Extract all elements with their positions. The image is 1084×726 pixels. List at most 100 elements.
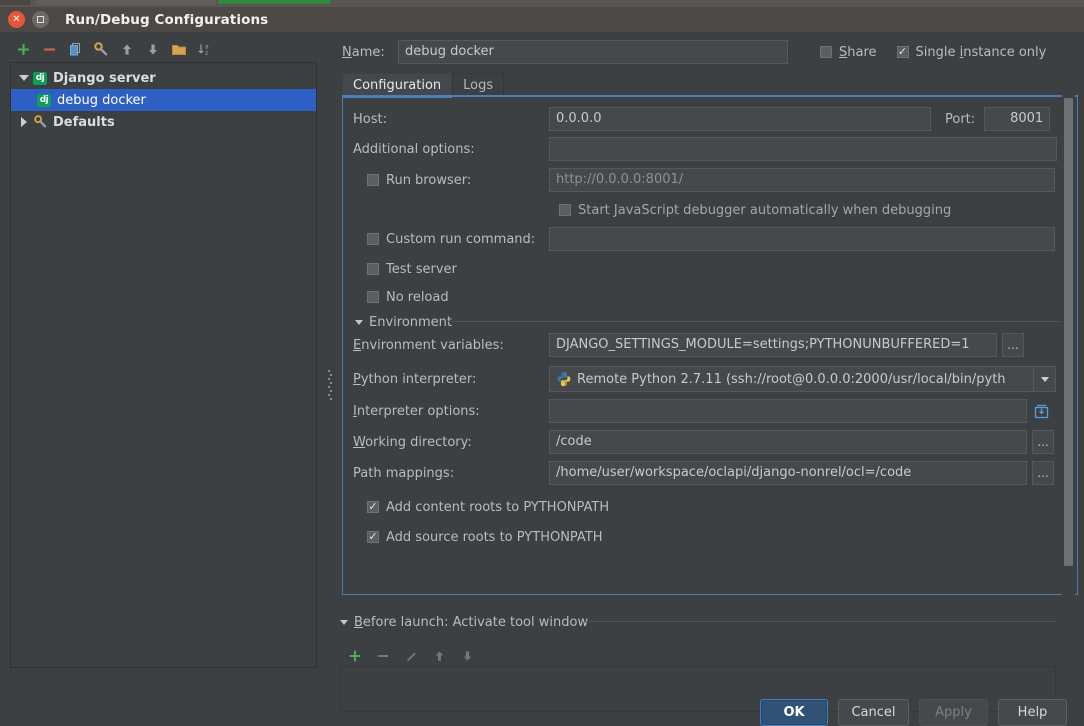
tab-logs[interactable]: Logs bbox=[452, 73, 505, 96]
tree-item-debug-docker[interactable]: dj debug docker bbox=[11, 89, 316, 111]
checkbox-box[interactable] bbox=[367, 501, 379, 513]
run-browser-row: Run browser: http://0.0.0.0:8001/ bbox=[353, 168, 1069, 192]
working-directory-row: Working directory: /code ... bbox=[353, 430, 1069, 454]
chevron-down-icon[interactable] bbox=[355, 320, 363, 325]
artifact-green bbox=[218, 0, 330, 4]
chevron-down-icon[interactable] bbox=[340, 620, 348, 625]
before-launch-section-header[interactable]: Before launch: Activate tool window bbox=[340, 615, 588, 630]
help-button[interactable]: Help bbox=[998, 699, 1067, 726]
move-up-icon[interactable] bbox=[114, 37, 140, 61]
custom-run-command-label: Custom run command: bbox=[386, 231, 536, 247]
environment-section-label: Environment bbox=[369, 315, 453, 330]
before-launch-label: Before launch: Activate tool window bbox=[354, 615, 589, 630]
background-window-strip bbox=[0, 0, 1084, 7]
section-divider bbox=[447, 321, 1061, 322]
path-mappings-browse-button[interactable]: ... bbox=[1032, 461, 1054, 485]
chevron-down-icon[interactable] bbox=[1033, 367, 1055, 391]
checkbox-box[interactable] bbox=[559, 204, 571, 216]
run-browser-checkbox[interactable]: Run browser: bbox=[353, 173, 549, 188]
test-server-row: Test server bbox=[367, 257, 457, 281]
custom-run-command-checkbox[interactable]: Custom run command: bbox=[353, 232, 549, 247]
django-icon: dj bbox=[37, 93, 51, 107]
path-mappings-input[interactable]: /home/user/workspace/oclapi/django-nonre… bbox=[549, 461, 1027, 485]
path-mappings-label: Path mappings: bbox=[353, 465, 455, 481]
add-source-roots-checkbox[interactable]: Add source roots to PYTHONPATH bbox=[367, 530, 603, 545]
move-down-icon[interactable] bbox=[140, 37, 166, 61]
tree-toolbar: a z bbox=[10, 36, 218, 62]
checkbox-box[interactable] bbox=[367, 233, 379, 245]
custom-run-command-input[interactable] bbox=[549, 227, 1055, 251]
no-reload-checkbox[interactable]: No reload bbox=[367, 290, 449, 305]
apply-button: Apply bbox=[919, 699, 988, 726]
before-launch-toolbar bbox=[342, 644, 480, 668]
add-source-roots-row: Add source roots to PYTHONPATH bbox=[367, 525, 603, 549]
run-browser-url-input[interactable]: http://0.0.0.0:8001/ bbox=[549, 168, 1055, 192]
remove-icon[interactable] bbox=[36, 37, 62, 61]
page-title: Run/Debug Configurations bbox=[65, 11, 269, 28]
interpreter-options-row: Interpreter options: bbox=[353, 399, 1069, 423]
checkbox-box[interactable] bbox=[367, 174, 379, 186]
checkbox-box[interactable] bbox=[896, 46, 909, 58]
remove-task-icon bbox=[370, 644, 396, 668]
start-js-debugger-row: Start JavaScript debugger automatically … bbox=[353, 198, 1069, 222]
port-label: Port: bbox=[945, 111, 976, 127]
tree-item-label: Defaults bbox=[53, 114, 115, 130]
ok-button[interactable]: OK bbox=[760, 699, 828, 726]
artifact-right bbox=[330, 0, 1084, 5]
django-icon: dj bbox=[33, 71, 47, 85]
pane-splitter[interactable] bbox=[326, 32, 334, 672]
close-icon[interactable]: ✕ bbox=[8, 11, 25, 28]
move-task-up-icon bbox=[426, 644, 452, 668]
interpreter-options-label: Interpreter options: bbox=[353, 403, 480, 419]
start-js-debugger-label: Start JavaScript debugger automatically … bbox=[578, 202, 952, 218]
checkbox-box[interactable] bbox=[367, 531, 379, 543]
no-reload-row: No reload bbox=[367, 285, 449, 309]
edit-task-icon bbox=[398, 644, 424, 668]
start-js-debugger-checkbox[interactable]: Start JavaScript debugger automatically … bbox=[353, 203, 951, 218]
chevron-down-icon[interactable] bbox=[15, 75, 33, 81]
configurations-pane: a z dj Django server dj debug docker Def… bbox=[0, 32, 332, 672]
environment-section-header[interactable]: Environment bbox=[355, 315, 452, 330]
tree-item-django-server[interactable]: dj Django server bbox=[11, 67, 316, 89]
add-task-icon[interactable] bbox=[342, 644, 368, 668]
add-content-roots-checkbox[interactable]: Add content roots to PYTHONPATH bbox=[367, 500, 609, 515]
checkbox-box[interactable] bbox=[367, 291, 379, 303]
tab-configuration[interactable]: Configuration bbox=[342, 73, 453, 98]
working-directory-input[interactable]: /code bbox=[549, 430, 1027, 454]
configurations-tree[interactable]: dj Django server dj debug docker Default… bbox=[10, 62, 317, 668]
editor-scrollbar-thumb[interactable] bbox=[1064, 98, 1073, 566]
copy-icon[interactable] bbox=[62, 37, 88, 61]
section-divider bbox=[586, 621, 1056, 622]
title-bar: ✕ Run/Debug Configurations bbox=[0, 7, 1084, 32]
folder-icon[interactable] bbox=[166, 37, 192, 61]
environment-variables-row: Environment variables: DJANGO_SETTINGS_M… bbox=[353, 333, 1069, 357]
single-instance-only-checkbox[interactable]: Single instance only bbox=[896, 44, 1047, 60]
host-input[interactable]: 0.0.0.0 bbox=[549, 107, 931, 131]
python-interpreter-select[interactable]: Remote Python 2.7.11 (ssh://root@0.0.0.0… bbox=[549, 366, 1056, 392]
expand-editor-icon[interactable] bbox=[1033, 403, 1050, 420]
cancel-button[interactable]: Cancel bbox=[838, 699, 909, 726]
additional-options-input[interactable] bbox=[549, 137, 1057, 161]
sort-alpha-icon[interactable]: a z bbox=[192, 37, 218, 61]
custom-run-command-row: Custom run command: bbox=[353, 227, 1069, 251]
settings-icon[interactable] bbox=[88, 37, 114, 61]
environment-variables-browse-button[interactable]: ... bbox=[1002, 333, 1024, 357]
checkbox-box[interactable] bbox=[820, 46, 832, 58]
test-server-checkbox[interactable]: Test server bbox=[367, 262, 457, 277]
add-icon[interactable] bbox=[10, 37, 36, 61]
move-task-down-icon bbox=[454, 644, 480, 668]
single-instance-label: Single instance only bbox=[915, 44, 1047, 60]
maximize-icon[interactable] bbox=[32, 11, 49, 28]
chevron-right-icon[interactable] bbox=[15, 117, 33, 127]
environment-variables-input[interactable]: DJANGO_SETTINGS_MODULE=settings;PYTHONUN… bbox=[549, 333, 997, 357]
name-input[interactable]: debug docker bbox=[398, 40, 788, 64]
checkbox-box[interactable] bbox=[367, 263, 379, 275]
python-icon bbox=[556, 371, 572, 387]
working-directory-browse-button[interactable]: ... bbox=[1032, 430, 1054, 454]
share-checkbox[interactable]: Share bbox=[820, 45, 877, 60]
python-interpreter-value: Remote Python 2.7.11 (ssh://root@0.0.0.0… bbox=[577, 371, 1006, 387]
tree-item-defaults[interactable]: Defaults bbox=[11, 111, 316, 133]
share-label: Share bbox=[839, 44, 877, 60]
port-input[interactable]: 8001 bbox=[984, 107, 1051, 131]
interpreter-options-input[interactable] bbox=[549, 399, 1027, 423]
